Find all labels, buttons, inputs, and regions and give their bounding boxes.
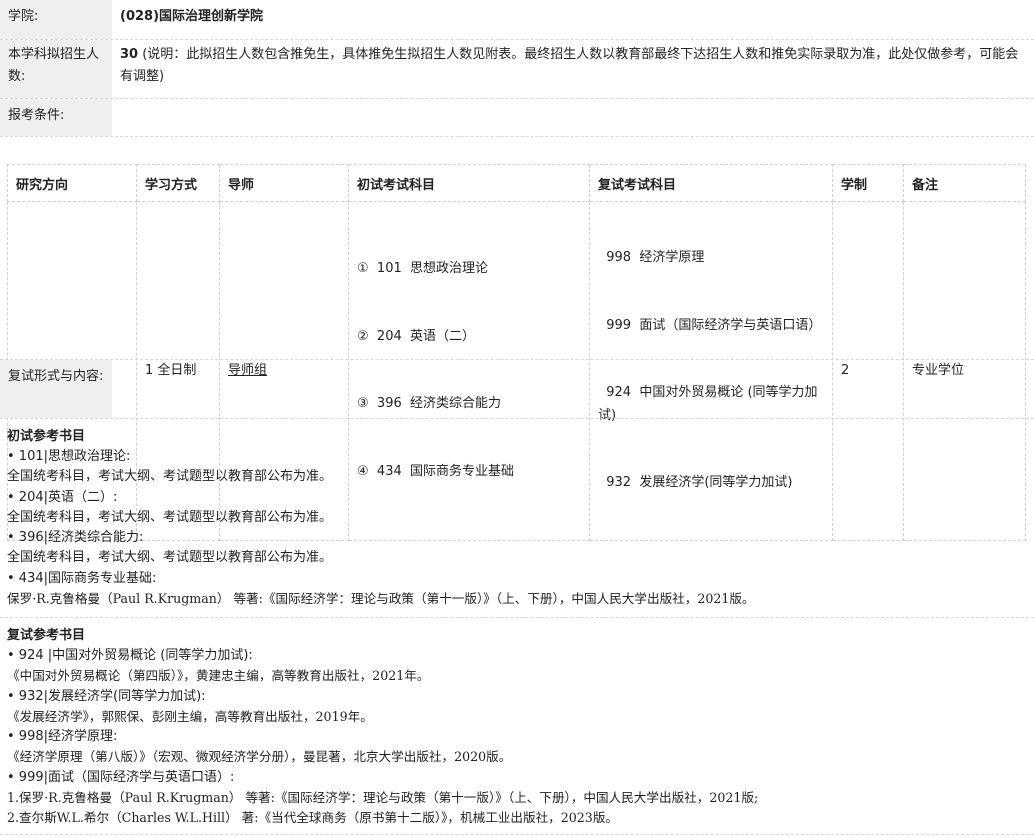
retest-subject-item: 998 经济学原理 bbox=[598, 250, 705, 265]
ref-item-head: • 932|发展经济学(同等学力加试): bbox=[7, 688, 206, 704]
retest-form-label: 复试形式与内容: bbox=[0, 360, 112, 418]
retest-form-row: 复试形式与内容: bbox=[0, 359, 1034, 419]
ref-item-head: • 101|思想政治理论: bbox=[7, 449, 131, 464]
initial-subject-item: ② 204 英语（二） bbox=[357, 328, 475, 344]
ref-item-body: 《经济学原理（第八版）》（宏观、微观经济学分册），曼昆著，北京大学出版社，202… bbox=[7, 749, 512, 765]
ref-item-head: • 434|国际商务专业基础: bbox=[7, 570, 157, 586]
retest-subject-item: 999 面试（国际经济学与英语口语） bbox=[598, 317, 822, 333]
retest-form-value bbox=[112, 360, 1034, 418]
header-direction: 研究方向 bbox=[7, 164, 137, 202]
conditions-label: 报考条件: bbox=[0, 99, 112, 136]
quota-note: (说明：此拟招生人数包含推免生，具体推免生拟招生人数见附表。最终招生人数以教育部… bbox=[120, 47, 1019, 84]
header-mode: 学习方式 bbox=[136, 164, 220, 202]
header-initial-subjects: 初试考试科目 bbox=[348, 164, 590, 202]
retest-references-title: 复试参考书目 bbox=[7, 628, 86, 643]
ref-item-head: • 999|面试（国际经济学与英语口语）: bbox=[7, 769, 235, 785]
ref-item-head: • 998|经济学原理: bbox=[7, 729, 118, 745]
college-row: 学院: (028)国际治理创新学院 bbox=[0, 0, 1034, 40]
initial-references: 初试参考书目 • 101|思想政治理论: 全国统考科目，考试大纲、考试题型以教育… bbox=[7, 427, 1026, 609]
ref-item-body: 全国统考科目，考试大纲、考试题型以教育部公布为准。 bbox=[7, 469, 333, 485]
ref-item-head: • 396|经济类综合能力: bbox=[7, 530, 144, 546]
ref-item-body: 2.查尔斯W.L.希尔（Charles W.L.Hill） 著:《当代全球商务（… bbox=[7, 810, 619, 826]
conditions-value bbox=[112, 99, 1034, 136]
ref-item-head: • 924 |中国对外贸易概论 (同等学力加试): bbox=[7, 648, 253, 663]
ref-item-body: 全国统考科目，考试大纲、考试题型以教育部公布为准。 bbox=[7, 509, 333, 525]
header-duration: 学制 bbox=[832, 164, 904, 202]
initial-references-title: 初试参考书目 bbox=[7, 429, 86, 444]
ref-item-body: 《发展经济学》，郭熙保、彭刚主编，高等教育出版社，2019年。 bbox=[7, 708, 373, 724]
quota-value: 30 (说明：此拟招生人数包含推免生，具体推免生拟招生人数见附表。最终招生人数以… bbox=[112, 40, 1034, 98]
quota-number: 30 bbox=[120, 47, 139, 62]
bottom-divider bbox=[0, 834, 1034, 835]
retest-references: 复试参考书目 • 924 |中国对外贸易概论 (同等学力加试): 《中国对外贸易… bbox=[7, 626, 1026, 829]
ref-item-body: 《中国对外贸易概论（第四版）》，黄建忠主编，高等教育出版社，2021年。 bbox=[7, 668, 430, 684]
conditions-row: 报考条件: bbox=[0, 99, 1034, 137]
ref-item-body: 保罗·R.克鲁格曼（Paul R.Krugman） 等著:《国际经济学：理论与政… bbox=[7, 591, 755, 607]
header-remark: 备注 bbox=[903, 164, 1026, 202]
header-retest-subjects: 复试考试科目 bbox=[589, 164, 833, 202]
college-value: (028)国际治理创新学院 bbox=[120, 9, 264, 24]
initial-subject-item: ① 101 思想政治理论 bbox=[357, 261, 488, 277]
section-divider bbox=[0, 617, 1034, 618]
header-advisor: 导师 bbox=[219, 164, 349, 202]
table-header-row: 研究方向 学习方式 导师 初试考试科目 复试考试科目 学制 备注 bbox=[7, 164, 1026, 202]
info-section: 学院: (028)国际治理创新学院 本学科拟招生人数: 30 (说明：此拟招生人… bbox=[0, 0, 1034, 137]
ref-item-body: 全国统考科目，考试大纲、考试题型以教育部公布为准。 bbox=[7, 550, 333, 566]
ref-item-head: • 204|英语（二）: bbox=[7, 489, 118, 505]
ref-item-body: 1.保罗·R.克鲁格曼（Paul R.Krugman） 等著:《国际经济学：理论… bbox=[7, 790, 759, 806]
quota-row: 本学科拟招生人数: 30 (说明：此拟招生人数包含推免生，具体推免生拟招生人数见… bbox=[0, 40, 1034, 99]
quota-label: 本学科拟招生人数: bbox=[0, 40, 112, 98]
college-label: 学院: bbox=[0, 0, 112, 39]
